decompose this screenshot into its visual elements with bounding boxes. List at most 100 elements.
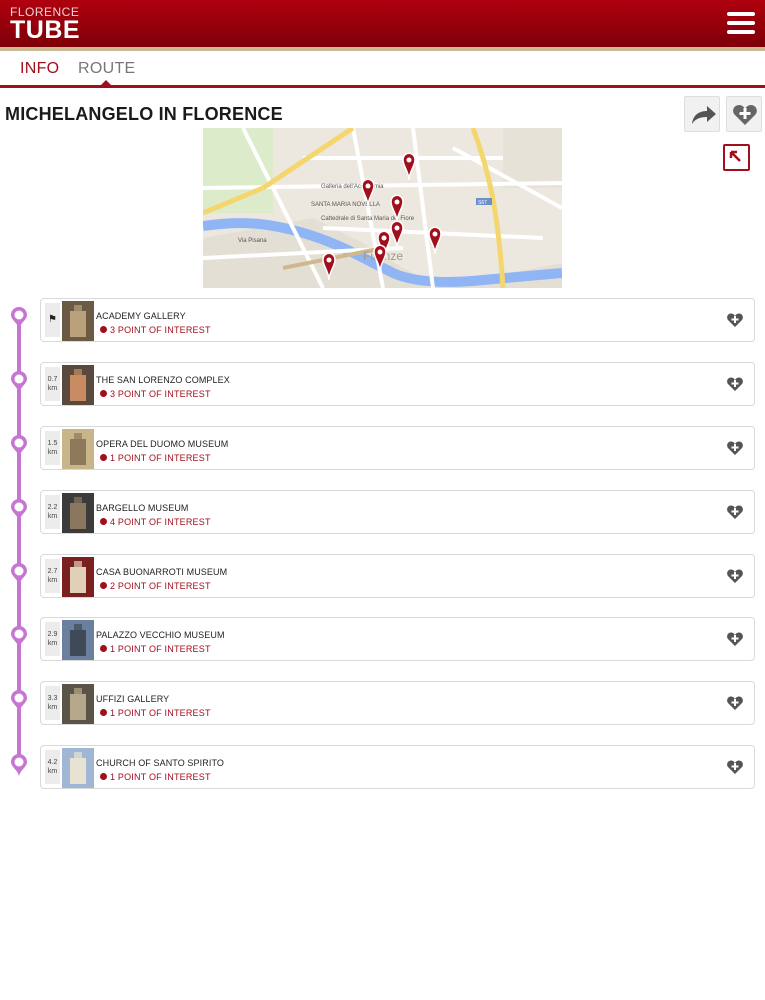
route-stop-card[interactable]: 1.5 km OPERA DEL DUOMO MUSEUM 1 POINT OF IN… [40,426,755,470]
distance-value: 2.7 [47,568,58,575]
distance-unit: km [47,704,58,711]
route-stop-card[interactable]: 2.2 km BARGELLO MUSEUM 4 POINT OF INTEREST [40,490,755,534]
distance-value: 2.9 [47,631,58,638]
stop-distance: 2.2 km [45,495,60,529]
add-favorite-icon[interactable] [726,439,744,457]
map-label-via-pisana: Via Pisana [238,238,267,244]
poi-count-label: 3 POINT OF INTEREST [110,325,211,335]
poi-arrow-icon [100,645,107,652]
poi-count-label: 1 POINT OF INTEREST [110,708,211,718]
tab-underline [0,85,765,88]
stop-thumbnail [62,365,94,405]
map-canvas: Galleria dell'Accademia SANTA MARIA NOVE… [203,128,562,288]
expand-map-button[interactable] [723,144,750,171]
distance-value: 1.5 [47,440,58,447]
tab-info[interactable]: INFO [20,60,59,78]
poi-count[interactable]: 2 POINT OF INTEREST [100,581,211,591]
map-label-accademia: Galleria dell'Accademia [321,184,384,190]
poi-count-label: 1 POINT OF INTEREST [110,453,211,463]
distance-value: 0.7 [47,376,58,383]
stop-thumbnail [62,620,94,660]
distance-unit: km [47,385,58,392]
poi-arrow-icon [100,518,107,525]
heart-plus-icon [733,105,757,125]
poi-count[interactable]: 1 POINT OF INTEREST [100,708,211,718]
share-button[interactable] [684,96,720,132]
poi-count[interactable]: 3 POINT OF INTEREST [100,389,211,399]
poi-count[interactable]: 1 POINT OF INTEREST [100,453,211,463]
start-flag-icon: ⚑ [45,303,60,337]
stop-name: CHURCH OF SANTO SPIRITO [96,758,224,768]
poi-count[interactable]: 1 POINT OF INTEREST [100,644,211,654]
poi-arrow-icon [100,582,107,589]
distance-unit: km [47,449,58,456]
timeline-pin-icon [10,370,28,395]
stop-distance: 4.2 km [45,750,60,784]
add-favorite-icon[interactable] [726,375,744,393]
route-stop-card[interactable]: 3.3 km UFFIZI GALLERY 1 POINT OF INTEREST [40,681,755,725]
app-logo[interactable]: FLORENCE TUBE [10,6,80,43]
stop-distance: 2.7 km [45,559,60,593]
map-label-cattedrale: Cattedrale di Santa Maria del Fiore [321,216,415,222]
poi-count[interactable]: 1 POINT OF INTEREST [100,772,211,782]
distance-unit: km [47,577,58,584]
timeline-pin-icon [10,306,28,331]
distance-unit: km [47,640,58,647]
distance-unit: km [47,513,58,520]
timeline-pin-icon [10,498,28,523]
route-stop-card[interactable]: ⚑ ACADEMY GALLERY 3 POINT OF INTEREST [40,298,755,342]
add-favorite-icon[interactable] [726,758,744,776]
logo-big-text: TUBE [10,16,81,44]
timeline-pin-icon [10,753,28,778]
stop-name: PALAZZO VECCHIO MUSEUM [96,630,225,640]
poi-count-label: 1 POINT OF INTEREST [110,644,211,654]
poi-count-label: 4 POINT OF INTEREST [110,517,211,527]
map-road-sign-label: S67 [478,200,487,206]
poi-count-label: 3 POINT OF INTEREST [110,389,211,399]
distance-unit: km [47,768,58,775]
stop-distance: 1.5 km [45,431,60,465]
poi-count-label: 2 POINT OF INTEREST [110,581,211,591]
stop-distance: 3.3 km [45,686,60,720]
route-stop-card[interactable]: 4.2 km CHURCH OF SANTO SPIRITO 1 POINT OF I… [40,745,755,789]
route-stop-card[interactable]: 2.7 km CASA BUONARROTI MUSEUM 2 POINT OF IN… [40,554,755,598]
poi-arrow-icon [100,326,107,333]
route-stop-card[interactable]: 2.9 km PALAZZO VECCHIO MUSEUM 1 POINT OF IN… [40,617,755,661]
poi-arrow-icon [100,454,107,461]
poi-count[interactable]: 4 POINT OF INTEREST [100,517,211,527]
poi-count-label: 1 POINT OF INTEREST [110,772,211,782]
route-stop-card[interactable]: 0.7 km THE SAN LORENZO COMPLEX 3 POINT OF I… [40,362,755,406]
tab-bar: INFO ROUTE [0,51,765,88]
add-favorite-icon[interactable] [726,503,744,521]
stop-thumbnail [62,557,94,597]
add-favorite-icon[interactable] [726,567,744,585]
stop-thumbnail [62,429,94,469]
poi-count[interactable]: 3 POINT OF INTEREST [100,325,211,335]
stop-name: THE SAN LORENZO COMPLEX [96,375,230,385]
timeline-pin-icon [10,625,28,650]
timeline-pin-icon [10,562,28,587]
app-header: FLORENCE TUBE [0,0,765,47]
favorite-button[interactable] [726,96,762,132]
stop-thumbnail [62,748,94,788]
stop-thumbnail [62,301,94,341]
stop-distance: 2.9 km [45,622,60,656]
timeline-pin-icon [10,689,28,714]
stop-distance: 0.7 km [45,367,60,401]
tab-route[interactable]: ROUTE [78,60,136,78]
add-favorite-icon[interactable] [726,694,744,712]
distance-value: 4.2 [47,759,58,766]
stop-name: BARGELLO MUSEUM [96,503,189,513]
add-favorite-icon[interactable] [726,311,744,329]
distance-value: 2.2 [47,504,58,511]
distance-value: 3.3 [47,695,58,702]
stop-name: ACADEMY GALLERY [96,311,186,321]
stop-name: OPERA DEL DUOMO MUSEUM [96,439,229,449]
poi-arrow-icon [100,390,107,397]
add-favorite-icon[interactable] [726,630,744,648]
poi-arrow-icon [100,709,107,716]
expand-map-icon [729,150,741,162]
route-map[interactable]: Galleria dell'Accademia SANTA MARIA NOVE… [203,128,562,288]
hamburger-icon[interactable] [727,12,755,34]
timeline-pin-icon [10,434,28,459]
